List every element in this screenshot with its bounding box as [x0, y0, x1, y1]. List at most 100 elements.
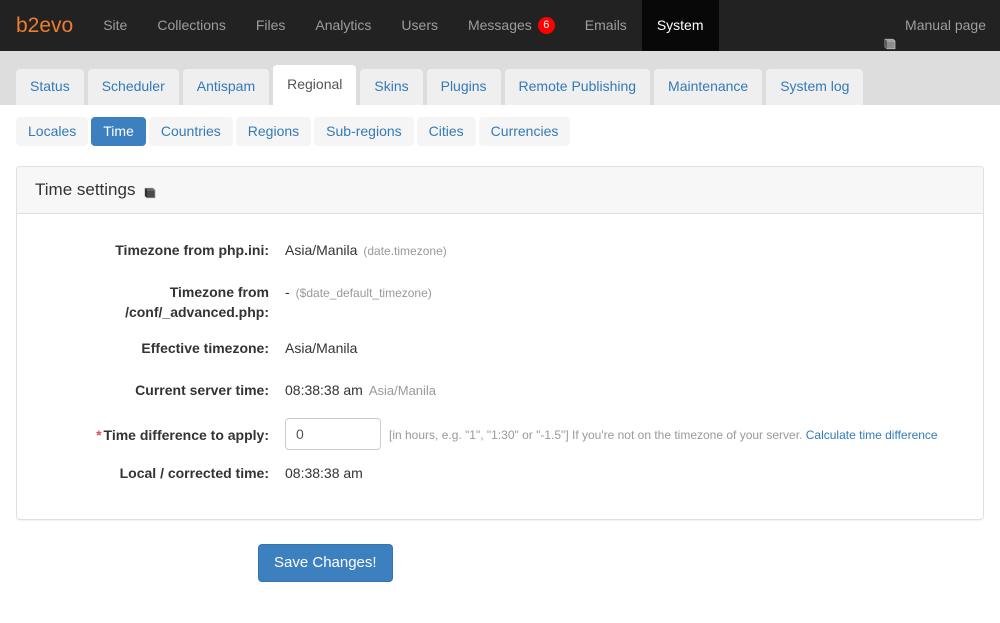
tab-antispam[interactable]: Antispam: [182, 69, 270, 105]
row-label: Timezone from /conf/_advanced.php:: [17, 282, 269, 322]
save-changes-button[interactable]: Save Changes!: [258, 544, 393, 582]
row-label: Timezone from php.ini:: [115, 242, 269, 258]
row-value: -: [285, 284, 290, 300]
row-value: Asia/Manila: [285, 340, 358, 356]
row-label: * Time difference to apply:: [17, 419, 269, 451]
tab-label: Plugins: [440, 78, 487, 94]
row-value-group: - ($date_default_timezone): [269, 282, 432, 303]
subtab-countries[interactable]: Countries: [148, 117, 233, 146]
nav-item-system[interactable]: System: [641, 0, 719, 51]
tab-label: Maintenance: [668, 78, 749, 94]
navbar-right: Manual page: [883, 0, 1000, 51]
row-value: Asia/Manila: [285, 242, 358, 258]
nav-item-collections[interactable]: Collections: [142, 0, 240, 51]
help-text-body: [in hours, e.g. "1", "1:30" or "-1.5"] I…: [389, 428, 803, 442]
subtab-label: Countries: [160, 123, 221, 139]
row-label: Effective timezone:: [141, 340, 269, 356]
primary-tab-band: Status Scheduler Antispam Regional Skins…: [0, 51, 1000, 105]
calculate-time-difference-link[interactable]: Calculate time difference: [806, 428, 938, 442]
time-difference-help: [in hours, e.g. "1", "1:30" or "-1.5"] I…: [389, 419, 938, 451]
nav-item-site[interactable]: Site: [88, 0, 142, 51]
book-icon[interactable]: [143, 184, 156, 199]
row-label: Current server time:: [135, 382, 269, 398]
subtab-label: Locales: [28, 123, 77, 139]
nav-item-label: Collections: [157, 17, 226, 33]
top-navbar: b2evo Site Collections Files Analytics U…: [0, 0, 1000, 51]
tab-plugins[interactable]: Plugins: [426, 69, 501, 105]
subtab-locales[interactable]: Locales: [16, 117, 89, 146]
subtab-sub-regions[interactable]: Sub-regions: [314, 117, 414, 146]
row-value-group: 08:38:38 am Asia/Manila: [269, 380, 436, 401]
manual-page-label: Manual page: [905, 17, 986, 33]
main-nav: Site Collections Files Analytics Users M…: [88, 0, 719, 51]
panel-header: Time settings: [17, 167, 983, 214]
nav-item-label: Analytics: [315, 17, 372, 33]
row-local-corrected-time: Local / corrected time: 08:38:38 am: [17, 455, 983, 497]
tab-system-log[interactable]: System log: [766, 69, 864, 105]
subtab-time[interactable]: Time: [91, 117, 146, 146]
tab-label: Scheduler: [101, 78, 165, 94]
row-value: 08:38:38 am: [285, 382, 363, 398]
row-value: 08:38:38 am: [285, 465, 363, 481]
subtab-label: Cities: [428, 123, 464, 139]
tab-label: Antispam: [196, 78, 256, 94]
row-timezone-php-ini: Timezone from php.ini: Asia/Manila (date…: [17, 232, 983, 274]
nav-item-label: Emails: [584, 17, 627, 33]
brand-logo[interactable]: b2evo: [0, 0, 88, 51]
tab-remote-publishing[interactable]: Remote Publishing: [504, 69, 651, 105]
subtab-currencies[interactable]: Currencies: [478, 117, 571, 146]
tab-label: Status: [30, 78, 70, 94]
nav-item-files[interactable]: Files: [241, 0, 301, 51]
tab-label: Regional: [287, 76, 343, 92]
panel-title: Time settings: [35, 180, 136, 199]
nav-item-label: Users: [401, 17, 438, 33]
nav-item-label: Site: [103, 17, 128, 33]
tab-label: Skins: [374, 78, 409, 94]
tab-regional[interactable]: Regional: [273, 65, 357, 105]
tab-scheduler[interactable]: Scheduler: [87, 69, 179, 105]
nav-item-emails[interactable]: Emails: [570, 0, 642, 51]
nav-item-users[interactable]: Users: [386, 0, 453, 51]
nav-item-label: System: [656, 17, 704, 33]
sub-tabs: Locales Time Countries Regions Sub-regio…: [0, 105, 1000, 146]
row-time-difference: *Time difference to apply: [in hours, e.…: [17, 414, 983, 455]
row-value-group: Asia/Manila: [269, 338, 357, 358]
row-label-line1: Timezone from: [169, 284, 269, 300]
row-note: ($date_default_timezone): [295, 286, 432, 300]
row-current-server-time: Current server time: 08:38:38 am Asia/Ma…: [17, 372, 983, 414]
required-marker: *: [96, 426, 102, 443]
subtab-cities[interactable]: Cities: [416, 117, 476, 146]
tab-maintenance[interactable]: Maintenance: [654, 69, 763, 105]
nav-item-label: Files: [255, 17, 286, 33]
primary-tabs: Status Scheduler Antispam Regional Skins…: [16, 65, 864, 105]
row-timezone-conf-advanced: Timezone from /conf/_advanced.php: - ($d…: [17, 274, 983, 330]
messages-count-badge: 6: [537, 17, 555, 34]
subtab-label: Currencies: [490, 123, 559, 139]
row-value-group: [in hours, e.g. "1", "1:30" or "-1.5"] I…: [269, 418, 938, 451]
book-icon: [883, 20, 896, 49]
manual-page-link[interactable]: Manual page: [883, 0, 986, 51]
row-label-text: Time difference to apply:: [103, 426, 269, 443]
row-effective-timezone: Effective timezone: Asia/Manila: [17, 330, 983, 372]
panel-wrapper: Time settings Timezone from php.ini: Asi…: [0, 146, 1000, 520]
tab-skins[interactable]: Skins: [360, 69, 423, 105]
nav-item-messages[interactable]: Messages 6: [453, 0, 570, 51]
subtab-label: Sub-regions: [326, 123, 402, 139]
nav-item-analytics[interactable]: Analytics: [300, 0, 386, 51]
tab-label: Remote Publishing: [518, 78, 637, 94]
time-settings-panel: Time settings Timezone from php.ini: Asi…: [16, 166, 984, 520]
subtab-regions[interactable]: Regions: [235, 117, 312, 146]
tab-status[interactable]: Status: [16, 69, 84, 105]
row-label-line2: /conf/_advanced.php:: [125, 304, 269, 320]
row-value-group: 08:38:38 am: [269, 463, 363, 483]
time-difference-input[interactable]: [285, 418, 381, 450]
panel-body: Timezone from php.ini: Asia/Manila (date…: [17, 214, 983, 519]
nav-item-label: Messages: [467, 17, 532, 33]
form-actions: Save Changes!: [0, 520, 1000, 582]
row-value-group: Asia/Manila (date.timezone): [269, 240, 447, 261]
row-note: Asia/Manila: [368, 383, 437, 398]
subtab-label: Regions: [247, 123, 300, 139]
row-label: Local / corrected time:: [119, 465, 269, 481]
tab-label: System log: [780, 78, 850, 94]
row-note: (date.timezone): [363, 244, 447, 258]
